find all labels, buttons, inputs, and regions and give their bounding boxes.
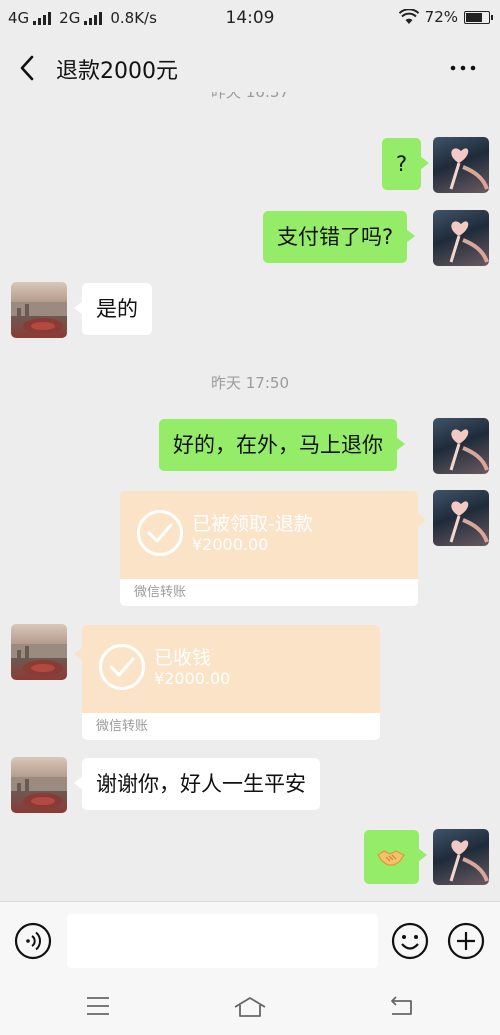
timestamp: 昨天 17:50 [211, 374, 289, 392]
transfer-amount: ¥2000.00 [192, 535, 269, 554]
avatar[interactable] [433, 418, 489, 474]
status-bar: 4G 2G 0.8K/s 14:09 72% [0, 0, 500, 36]
voice-icon[interactable] [14, 922, 52, 960]
avatar-me-image [449, 429, 489, 471]
transfer-label: 微信转账 [120, 579, 418, 606]
message-sent[interactable]: 好的，在外，马上退你 [159, 419, 405, 471]
avatar[interactable] [11, 757, 67, 813]
transfer-card-sent[interactable]: 已被领取-退款 ¥2000.00 微信转账 [120, 491, 426, 606]
emoji-icon[interactable] [391, 922, 429, 960]
avatar-other-image [11, 302, 67, 334]
message-input[interactable] [67, 914, 378, 968]
avatar-other-image [11, 777, 67, 809]
chat-title: 退款2000元 [56, 59, 178, 84]
plus-icon[interactable] [447, 922, 485, 960]
message-text: 谢谢你，好人一生平安 [96, 772, 306, 796]
message-sent[interactable]: ? [382, 138, 430, 190]
avatar[interactable] [433, 490, 489, 546]
avatar-me-image [449, 221, 489, 263]
avatar-other-image [11, 644, 67, 676]
menu-icon[interactable] [85, 995, 111, 1017]
avatar[interactable] [11, 282, 67, 338]
message-text: ? [396, 152, 408, 176]
message-sent[interactable]: 支付错了吗? [263, 211, 416, 263]
message-text: 好的，在外，马上退你 [173, 433, 383, 457]
message-received[interactable]: 是的 [74, 283, 152, 335]
transfer-amount: ¥2000.00 [154, 669, 231, 688]
chat-header: 退款2000元 [0, 36, 500, 100]
avatar[interactable] [433, 137, 489, 193]
battery-percent: 72% [424, 8, 458, 26]
message-sent-emoji[interactable] [364, 830, 427, 884]
transfer-status: 已收钱 [154, 647, 212, 669]
back-nav-icon[interactable] [388, 995, 414, 1017]
check-circle-icon [99, 644, 145, 690]
handshake-emoji [377, 850, 405, 866]
transfer-status: 已被领取-退款 [192, 513, 313, 535]
timestamp-text: 昨天 16:37 [211, 92, 289, 100]
system-nav-bar [0, 981, 500, 1035]
avatar-me-image [449, 501, 489, 543]
transfer-card-received[interactable]: 已收钱 ¥2000.00 微信转账 [74, 625, 380, 740]
back-arrow-icon[interactable] [14, 52, 42, 84]
transfer-label: 微信转账 [82, 713, 380, 740]
wifi-icon [398, 9, 419, 24]
more-dots-icon[interactable] [448, 54, 478, 82]
input-bar [0, 901, 500, 981]
home-icon[interactable] [233, 995, 267, 1019]
avatar[interactable] [433, 829, 489, 885]
check-circle-icon [137, 510, 183, 556]
message-text: 是的 [96, 297, 138, 321]
timestamp-first: 昨天 16:37 [0, 92, 500, 100]
avatar-me-image [449, 840, 489, 882]
status-right: 72% [398, 8, 493, 26]
battery-icon [464, 10, 493, 24]
avatar[interactable] [11, 624, 67, 680]
message-received[interactable]: 谢谢你，好人一生平安 [74, 758, 320, 810]
message-text: 支付错了吗? [277, 225, 394, 249]
avatar-me-image [449, 148, 489, 190]
avatar[interactable] [433, 210, 489, 266]
